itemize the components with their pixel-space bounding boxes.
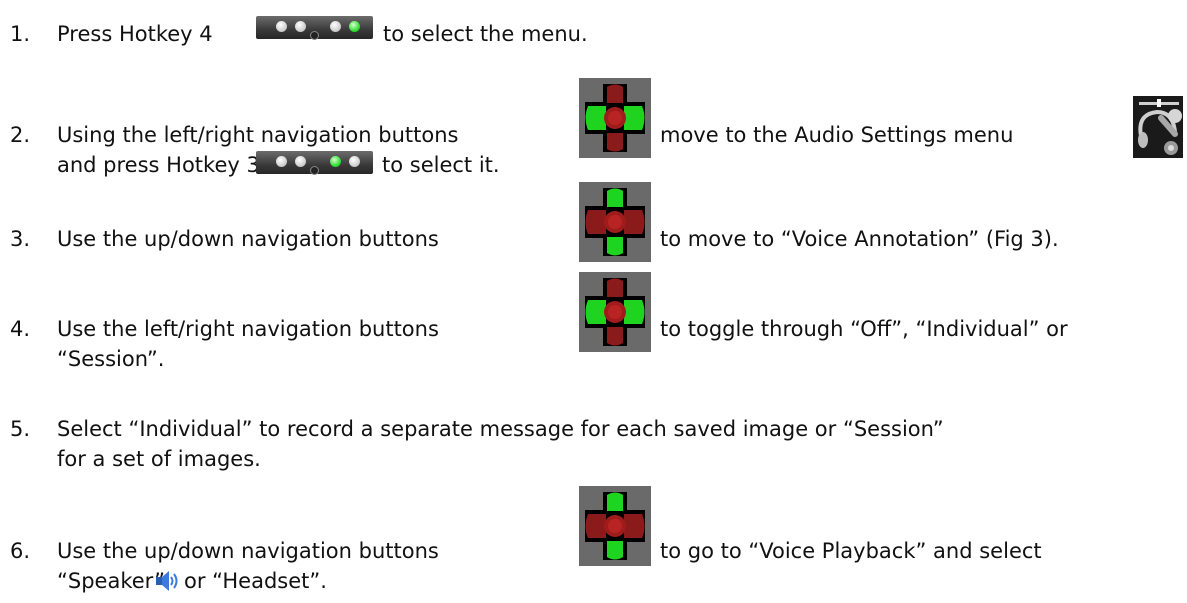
step-number: 4. bbox=[10, 317, 31, 341]
left-right-navigation-icon bbox=[579, 78, 651, 158]
hotkey-3-icon bbox=[256, 151, 373, 175]
step-text: or “Headset”. bbox=[184, 569, 327, 593]
step-text: Use the left/right navigation buttons bbox=[57, 317, 439, 341]
step-number: 3. bbox=[10, 227, 31, 251]
step-text: “Session”. bbox=[57, 347, 165, 371]
step-text: to select it. bbox=[382, 153, 500, 177]
step-number: 2. bbox=[10, 123, 31, 147]
step-text: Select “Individual” to record a separate… bbox=[57, 417, 944, 441]
step-text: to go to “Voice Playback” and select bbox=[660, 539, 1042, 563]
speaker-icon bbox=[155, 569, 179, 593]
step-text: and press Hotkey 3 bbox=[57, 153, 260, 177]
step-text: Press Hotkey 4 bbox=[57, 22, 213, 46]
step-text: move to the Audio Settings menu bbox=[660, 123, 1014, 147]
hotkey-4-icon bbox=[256, 16, 373, 40]
step-number: 1. bbox=[10, 22, 31, 46]
step-text: Use the up/down navigation buttons bbox=[57, 227, 439, 251]
audio-settings-icon bbox=[1133, 96, 1183, 158]
step-text: to select the menu. bbox=[383, 22, 588, 46]
step-text: Using the left/right navigation buttons bbox=[57, 123, 459, 147]
left-right-navigation-icon bbox=[579, 272, 651, 352]
step-number: 6. bbox=[10, 539, 31, 563]
step-number: 5. bbox=[10, 417, 31, 441]
step-text: for a set of images. bbox=[57, 447, 261, 471]
step-text: to toggle through “Off”, “Individual” or bbox=[660, 317, 1068, 341]
up-down-navigation-icon bbox=[579, 182, 651, 262]
step-text: “Speaker” bbox=[57, 569, 166, 593]
step-text: Use the up/down navigation buttons bbox=[57, 539, 439, 563]
up-down-navigation-icon bbox=[579, 486, 651, 566]
step-text: to move to “Voice Annotation” (Fig 3). bbox=[660, 227, 1059, 251]
